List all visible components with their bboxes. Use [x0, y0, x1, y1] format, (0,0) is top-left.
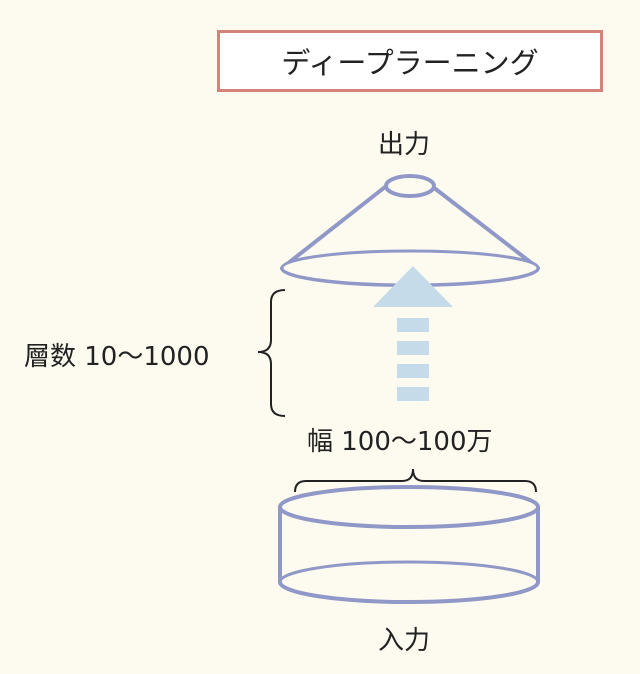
layers-label: 層数 10〜1000 [24, 342, 210, 372]
width-label: 幅 100〜100万 [307, 427, 493, 457]
input-cylinder [278, 485, 540, 604]
cylinder-top-ellipse [278, 485, 540, 529]
arrow-dash-2 [397, 341, 429, 355]
arrow-dash-4 [397, 387, 429, 401]
arrow-dash-3 [397, 364, 429, 378]
output-cone [280, 174, 540, 287]
layers-bracket [257, 289, 286, 417]
arrow-dash-1 [397, 318, 429, 332]
cone-top-ellipse [384, 174, 436, 198]
input-label: 入力 [378, 626, 431, 656]
